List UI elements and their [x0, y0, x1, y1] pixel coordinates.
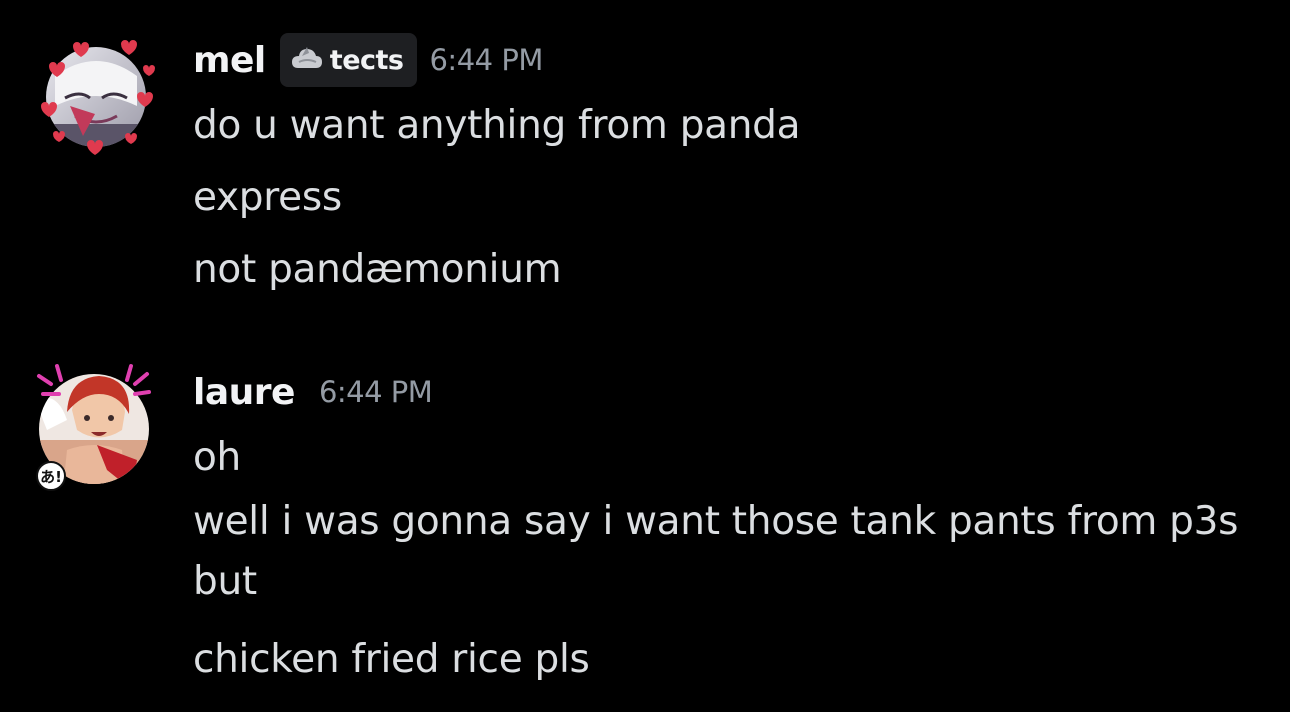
message-header: laure 6:44 PM: [193, 362, 1253, 422]
message-text: do u want anything from panda: [193, 103, 801, 148]
message-header: mel tects 6:44 PM: [193, 30, 1253, 90]
server-tag[interactable]: tects: [279, 33, 418, 87]
username[interactable]: laure: [193, 372, 295, 413]
message-text: express: [193, 175, 342, 220]
avatar-image: [41, 40, 155, 155]
timestamp[interactable]: 6:44 PM: [429, 43, 543, 77]
message-text: chicken fried rice pls: [193, 637, 590, 682]
message-content: mel tects 6:44 PM do u want anything fro…: [193, 30, 1253, 294]
message-text: well i was gonna say i want those tank p…: [193, 499, 1239, 604]
tag-label: tects: [329, 44, 404, 76]
avatar-badge: あ!: [40, 468, 62, 486]
cloud-icon: [290, 44, 324, 76]
avatar[interactable]: [35, 36, 157, 158]
avatar-image: あ!: [36, 364, 151, 491]
message-text: oh: [193, 435, 241, 480]
avatar[interactable]: あ!: [35, 364, 157, 491]
message-text: not pandæmonium: [193, 247, 562, 292]
timestamp[interactable]: 6:44 PM: [319, 375, 433, 409]
username[interactable]: mel: [193, 40, 266, 81]
message-content: laure 6:44 PM oh well i was gonna say i …: [193, 362, 1253, 684]
